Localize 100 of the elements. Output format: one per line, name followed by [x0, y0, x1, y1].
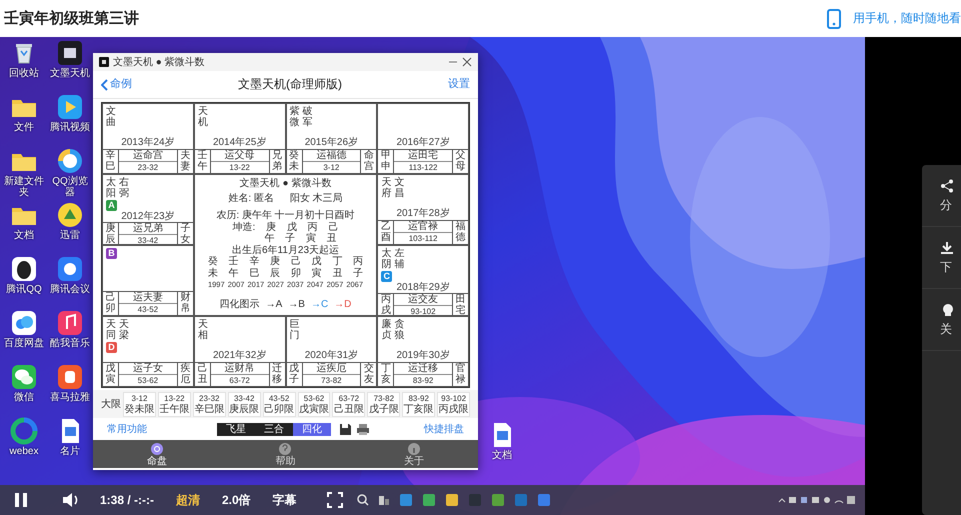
- task-view-icon[interactable]: [378, 494, 390, 506]
- decade-cell[interactable]: 23-32 辛巳限: [192, 392, 226, 416]
- desktop-shortcut[interactable]: 百度网盘: [4, 309, 44, 363]
- age-range: 23-32: [136, 162, 160, 173]
- desktop-shortcut[interactable]: 微信: [4, 363, 44, 417]
- stems-row: 癸 壬 辛 庚 己 戊 丁 丙: [208, 256, 364, 268]
- search-icon[interactable]: [356, 494, 369, 506]
- decade-cell[interactable]: 13-22 壬午限: [158, 392, 191, 416]
- legend-item: →C: [310, 298, 328, 310]
- share-button[interactable]: 分: [922, 165, 961, 227]
- desktop-shortcut[interactable]: 新建文件夹: [4, 147, 44, 201]
- desktop-shortcut[interactable]: 文件: [4, 93, 44, 147]
- star-name: 贪狼: [394, 319, 404, 341]
- palace-badge: B: [106, 248, 117, 259]
- desktop-shortcut[interactable]: 文档: [4, 201, 44, 255]
- printer-icon[interactable]: [356, 422, 370, 436]
- pause-icon[interactable]: [14, 492, 28, 508]
- decade-cell[interactable]: 93-102 丙戌限: [437, 392, 470, 416]
- age-range: 93-102: [410, 306, 437, 315]
- decade-palace: 运疾厄: [302, 363, 360, 375]
- decade-cell[interactable]: 83-92 丁亥限: [402, 392, 436, 416]
- decade-cell[interactable]: 73-82 戊子限: [367, 392, 400, 416]
- mode-tab[interactable]: 四化: [293, 422, 331, 436]
- legend-item: →D: [334, 298, 352, 310]
- mobile-link[interactable]: 用手机，随时随地看: [853, 10, 961, 27]
- decade-palace: 运子女: [119, 363, 177, 375]
- age-label: 2021年32岁: [212, 350, 268, 362]
- decade-cell[interactable]: 53-62 戊寅限: [298, 392, 330, 416]
- nav-tab[interactable]: 命盘: [147, 442, 168, 466]
- lunar-date: 农历: 庚午年 十一月初十日酉时: [216, 210, 355, 222]
- cloud-icon: [10, 309, 38, 337]
- subtitles-button[interactable]: 字幕: [272, 492, 297, 508]
- palace-name: 命宫: [364, 150, 374, 173]
- download-icon: [940, 241, 954, 255]
- desktop-shortcut[interactable]: 酷我音乐: [50, 309, 90, 363]
- stem-branch: 癸未: [289, 150, 299, 173]
- desktop-shortcut[interactable]: 迅雷: [50, 201, 90, 255]
- desktop-shortcut[interactable]: 腾讯视频: [50, 93, 90, 147]
- close-icon[interactable]: [462, 57, 472, 67]
- app-icon[interactable]: [422, 493, 436, 507]
- decade-cell[interactable]: 3-12 癸未限: [123, 392, 156, 416]
- decade-cell[interactable]: 33-42 庚辰限: [228, 392, 261, 416]
- palace-name: 疾厄: [180, 363, 190, 386]
- back-button[interactable]: 命例: [101, 78, 132, 90]
- nav-tab[interactable]: 帮助: [275, 442, 296, 466]
- age-range: 13-22: [228, 162, 251, 173]
- stem-branch: 己卯: [106, 292, 116, 315]
- app-icon[interactable]: [536, 493, 551, 507]
- share-icon: [940, 179, 954, 193]
- desktop-shortcut[interactable]: 腾讯QQ: [4, 255, 44, 309]
- nav-tab[interactable]: 关于: [404, 442, 424, 466]
- decade-palace: 运命宫: [119, 150, 177, 162]
- desktop-shortcut[interactable]: QQ浏览器: [50, 147, 90, 201]
- desktop-shortcut[interactable]: 回收站: [4, 39, 44, 93]
- palace-name: 官禄: [456, 363, 466, 386]
- app-icon[interactable]: [490, 493, 505, 507]
- volume-icon[interactable]: [62, 492, 80, 508]
- bulb-button[interactable]: 关: [922, 289, 961, 351]
- star-name: 紫微: [290, 106, 300, 128]
- fullscreen-icon[interactable]: [326, 492, 343, 508]
- decade-cell[interactable]: 43-52 己卯限: [262, 392, 296, 416]
- palace-name: 父母: [456, 150, 466, 173]
- star-name: 天府: [381, 177, 392, 199]
- decade-palace: 运父母: [210, 150, 268, 162]
- speed-button[interactable]: 2.0倍: [222, 492, 251, 508]
- legend-label: 四化图示: [220, 298, 260, 310]
- chevron-icon: [101, 78, 108, 90]
- app-icon: [56, 201, 84, 229]
- palace-badge: C: [381, 271, 392, 282]
- branches-row: 未 午 巳 辰 卯 寅 丑 子: [208, 268, 364, 279]
- age-label: 2015年26岁: [304, 137, 360, 149]
- quality-button[interactable]: 超清: [176, 492, 200, 508]
- stem-branch: 戊寅: [106, 363, 116, 386]
- decade-palace: 运交友: [394, 294, 452, 306]
- star-name: 太阴: [381, 248, 392, 270]
- desktop-shortcut[interactable]: 文档: [482, 421, 522, 461]
- age-range: 53-62: [136, 375, 160, 386]
- desktop-shortcut[interactable]: 腾讯会议: [50, 255, 90, 309]
- save-icon[interactable]: [339, 422, 352, 436]
- download-button[interactable]: 下: [922, 227, 961, 289]
- app-icon: [56, 39, 84, 67]
- desktop-shortcut[interactable]: 名片: [50, 417, 90, 471]
- age-label: 2019年30岁: [395, 350, 451, 362]
- app-icon[interactable]: [444, 493, 459, 507]
- desktop-shortcut[interactable]: 喜马拉雅: [50, 363, 90, 417]
- functions-link[interactable]: 常用功能: [107, 424, 147, 434]
- age-label: 2016年27岁: [395, 137, 451, 149]
- mode-tab[interactable]: 三合: [255, 422, 293, 436]
- star-name: 破军: [302, 106, 312, 128]
- age-range: 3-12: [322, 162, 340, 173]
- star-name: 天相: [198, 319, 208, 341]
- desktop-shortcut[interactable]: 文墨天机: [50, 39, 90, 93]
- mode-tab[interactable]: 飞星: [217, 422, 255, 436]
- desktop-shortcut[interactable]: webex: [4, 417, 44, 471]
- age-range: 63-72: [228, 375, 251, 386]
- decade-cell[interactable]: 63-72 己丑限: [332, 392, 366, 416]
- app-icon[interactable]: [398, 493, 413, 507]
- quick-chart-link[interactable]: 快捷排盘: [424, 424, 464, 434]
- settings-link[interactable]: 设置: [448, 79, 470, 90]
- stem-branch: 丁亥: [380, 363, 391, 386]
